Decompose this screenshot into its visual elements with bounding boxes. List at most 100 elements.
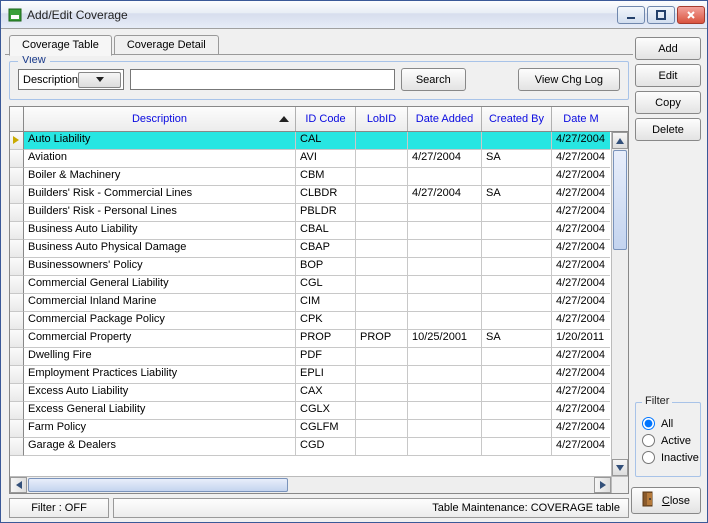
scroll-corner xyxy=(611,477,628,493)
filter-active-radio[interactable]: Active xyxy=(642,434,694,447)
maximize-button[interactable] xyxy=(647,6,675,24)
view-field-combo[interactable]: Description xyxy=(18,69,124,90)
vscroll-thumb[interactable] xyxy=(613,150,627,250)
grid-body: Auto LiabilityCAL4/27/2004AviationAVI4/2… xyxy=(10,132,628,476)
hscroll-thumb[interactable] xyxy=(28,478,288,492)
cell-created_by: SA xyxy=(482,330,552,348)
window-controls xyxy=(617,6,705,24)
cell-date_added xyxy=(408,420,482,438)
door-icon xyxy=(642,491,656,510)
row-header[interactable] xyxy=(10,294,24,312)
app-icon xyxy=(7,7,23,23)
table-row[interactable]: Builders' Risk - Personal LinesPBLDR4/27… xyxy=(10,204,628,222)
row-header-corner xyxy=(10,107,24,131)
row-header[interactable] xyxy=(10,240,24,258)
edit-button[interactable]: Edit xyxy=(635,64,701,87)
table-row[interactable]: Excess General LiabilityCGLX4/27/2004 xyxy=(10,402,628,420)
row-header[interactable] xyxy=(10,420,24,438)
cell-lob xyxy=(356,204,408,222)
cell-id: EPLI xyxy=(296,366,356,384)
horizontal-scrollbar[interactable] xyxy=(10,477,611,493)
row-header[interactable] xyxy=(10,222,24,240)
row-header[interactable] xyxy=(10,348,24,366)
table-row[interactable]: Commercial General LiabilityCGL4/27/2004 xyxy=(10,276,628,294)
row-header[interactable] xyxy=(10,438,24,456)
table-row[interactable]: Commercial Inland MarineCIM4/27/2004 xyxy=(10,294,628,312)
row-header[interactable] xyxy=(10,366,24,384)
tab-coverage-table[interactable]: Coverage Table xyxy=(9,35,112,56)
table-row[interactable]: Business Auto LiabilityCBAL4/27/2004 xyxy=(10,222,628,240)
table-row[interactable]: Employment Practices LiabilityEPLI4/27/2… xyxy=(10,366,628,384)
cell-desc: Commercial Package Policy xyxy=(24,312,296,330)
table-row[interactable]: Commercial Package PolicyCPK4/27/2004 xyxy=(10,312,628,330)
scroll-down-icon[interactable] xyxy=(612,459,628,476)
cell-created_by xyxy=(482,366,552,384)
cell-lob xyxy=(356,168,408,186)
table-row[interactable]: Dwelling FirePDF4/27/2004 xyxy=(10,348,628,366)
cell-created_by xyxy=(482,222,552,240)
row-header[interactable] xyxy=(10,312,24,330)
cell-date_m: 4/27/2004 xyxy=(552,186,610,204)
scroll-left-icon[interactable] xyxy=(10,477,27,493)
tab-strip: Coverage Table Coverage Detail xyxy=(5,33,633,55)
table-row[interactable]: Auto LiabilityCAL4/27/2004 xyxy=(10,132,628,150)
table-row[interactable]: Farm PolicyCGLFM4/27/2004 xyxy=(10,420,628,438)
coverage-grid: Description ID Code LobID Date Added Cre… xyxy=(9,106,629,494)
col-created-by[interactable]: Created By xyxy=(482,107,552,131)
col-description[interactable]: Description xyxy=(24,107,296,131)
delete-button[interactable]: Delete xyxy=(635,118,701,141)
close-button[interactable]: Close xyxy=(631,487,701,514)
cell-desc: Commercial Property xyxy=(24,330,296,348)
col-lobid[interactable]: LobID xyxy=(356,107,408,131)
copy-button[interactable]: Copy xyxy=(635,91,701,114)
view-chg-log-button[interactable]: View Chg Log xyxy=(518,68,620,91)
table-row[interactable]: Boiler & MachineryCBM4/27/2004 xyxy=(10,168,628,186)
cell-id: CIM xyxy=(296,294,356,312)
col-id-code[interactable]: ID Code xyxy=(296,107,356,131)
filter-status: Filter : OFF xyxy=(9,498,109,518)
table-row[interactable]: Business Auto Physical DamageCBAP4/27/20… xyxy=(10,240,628,258)
cell-lob xyxy=(356,294,408,312)
cell-desc: Aviation xyxy=(24,150,296,168)
scroll-right-icon[interactable] xyxy=(594,477,611,493)
row-header[interactable] xyxy=(10,276,24,294)
table-row[interactable]: AviationAVI4/27/2004SA4/27/2004 xyxy=(10,150,628,168)
cell-desc: Dwelling Fire xyxy=(24,348,296,366)
cell-id: PROP xyxy=(296,330,356,348)
col-date-m[interactable]: Date M xyxy=(552,107,610,131)
row-header[interactable] xyxy=(10,330,24,348)
filter-inactive-radio[interactable]: Inactive xyxy=(642,451,694,464)
vertical-scrollbar[interactable] xyxy=(611,132,628,476)
row-header[interactable] xyxy=(10,132,24,150)
row-header[interactable] xyxy=(10,168,24,186)
cell-date_added: 10/25/2001 xyxy=(408,330,482,348)
minimize-button[interactable] xyxy=(617,6,645,24)
table-row[interactable]: Excess Auto LiabilityCAX4/27/2004 xyxy=(10,384,628,402)
row-header[interactable] xyxy=(10,402,24,420)
filter-all-radio[interactable]: All xyxy=(642,417,694,430)
table-row[interactable]: Commercial PropertyPROPPROP10/25/2001SA1… xyxy=(10,330,628,348)
cell-date_m: 4/27/2004 xyxy=(552,366,610,384)
window-title: Add/Edit Coverage xyxy=(27,8,617,22)
add-button[interactable]: Add xyxy=(635,37,701,60)
search-input[interactable] xyxy=(130,69,395,90)
cell-id: CAX xyxy=(296,384,356,402)
row-header[interactable] xyxy=(10,186,24,204)
close-window-button[interactable] xyxy=(677,6,705,24)
search-button[interactable]: Search xyxy=(401,68,466,91)
cell-created_by xyxy=(482,402,552,420)
scroll-up-icon[interactable] xyxy=(612,132,628,149)
cell-date_m: 4/27/2004 xyxy=(552,222,610,240)
table-row[interactable]: Garage & DealersCGD4/27/2004 xyxy=(10,438,628,456)
table-row[interactable]: Builders' Risk - Commercial LinesCLBDR4/… xyxy=(10,186,628,204)
cell-id: CBM xyxy=(296,168,356,186)
row-header[interactable] xyxy=(10,204,24,222)
row-header[interactable] xyxy=(10,150,24,168)
cell-id: BOP xyxy=(296,258,356,276)
cell-lob xyxy=(356,222,408,240)
row-header[interactable] xyxy=(10,384,24,402)
col-date-added[interactable]: Date Added xyxy=(408,107,482,131)
row-header[interactable] xyxy=(10,258,24,276)
table-row[interactable]: Businessowners' PolicyBOP4/27/2004 xyxy=(10,258,628,276)
tab-coverage-detail[interactable]: Coverage Detail xyxy=(114,35,219,55)
